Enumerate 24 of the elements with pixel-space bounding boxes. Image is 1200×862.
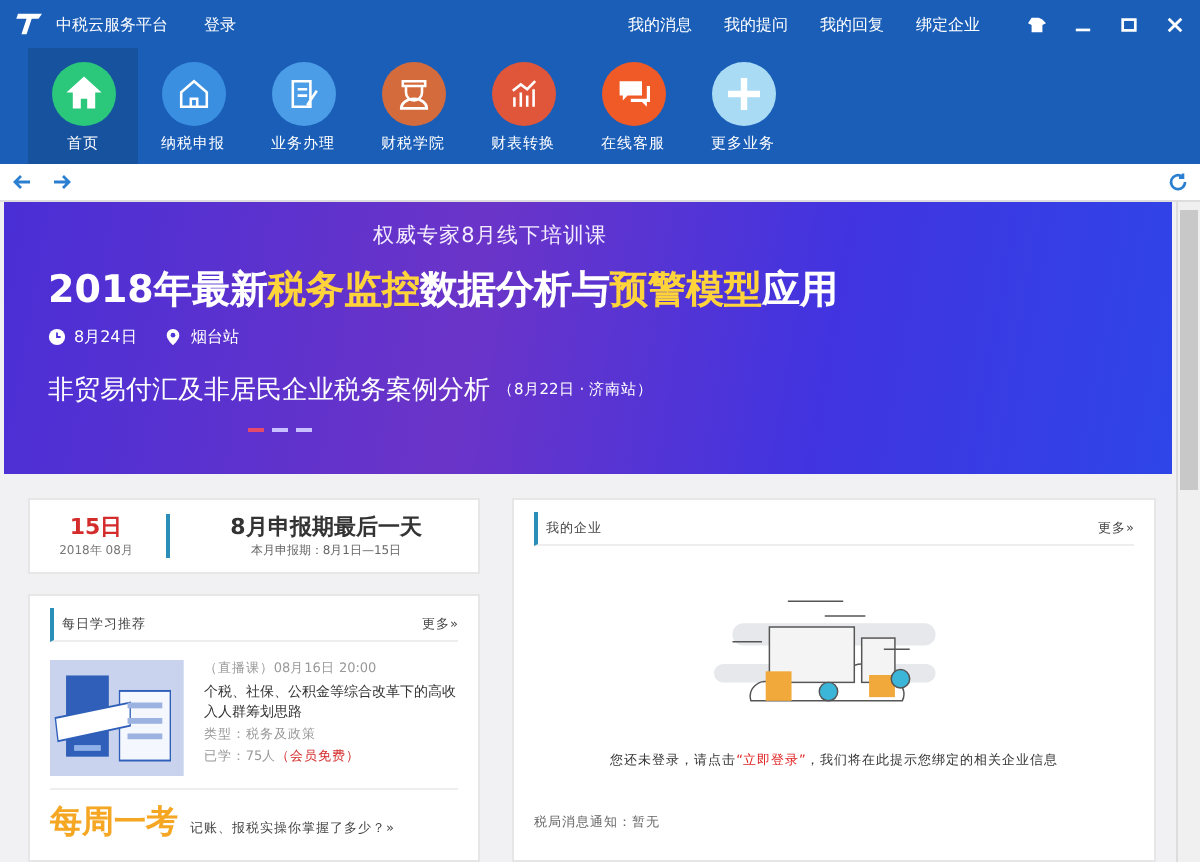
deadline-day: 15日 xyxy=(69,512,123,542)
banner-kicker: 权威专家8月线下培训课 xyxy=(373,222,607,250)
header-link[interactable]: 绑定企业 xyxy=(916,13,980,35)
close-icon[interactable] xyxy=(1166,15,1184,33)
event-location: 烟台站 xyxy=(190,326,239,348)
quiz-title: 每周一考 xyxy=(50,802,178,844)
shirt-icon[interactable] xyxy=(1028,15,1046,33)
back-arrow-icon[interactable] xyxy=(12,172,32,192)
app-title: 中税云服务平台 xyxy=(56,13,168,35)
header-link[interactable]: 我的回复 xyxy=(820,13,884,35)
maximize-icon[interactable] xyxy=(1120,15,1138,33)
event-date: 8月24日 xyxy=(74,326,137,348)
forward-arrow-icon[interactable] xyxy=(52,172,72,192)
clock-icon xyxy=(48,328,66,346)
banner-headline: 2018年最新税务监控数据分析与预警模型应用 xyxy=(48,266,840,316)
header-link[interactable]: 我的消息 xyxy=(628,13,692,35)
login-link[interactable]: 登录 xyxy=(204,13,236,35)
location-pin-icon xyxy=(164,328,183,346)
banner-subtitle: 非贸易付汇及非居民企业税务案例分析 xyxy=(48,374,490,408)
header-link[interactable]: 我的提问 xyxy=(724,13,788,35)
refresh-icon[interactable] xyxy=(1168,172,1188,192)
scrollbar[interactable] xyxy=(1176,202,1200,862)
deadline-title: 8月申报期最后一天 xyxy=(230,512,422,542)
logo-icon xyxy=(16,12,44,36)
